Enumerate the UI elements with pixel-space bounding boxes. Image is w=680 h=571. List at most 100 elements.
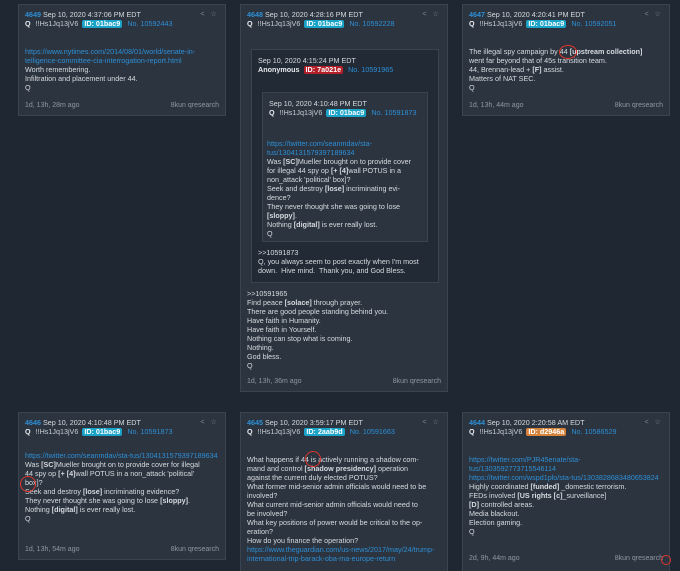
author-name: Q [469, 19, 475, 28]
post-number[interactable]: 4645 [247, 418, 263, 427]
post-header: 4649 Sep 10, 2020 4:37:06 PM EDT [25, 10, 219, 19]
body-link[interactable]: https://www.nytimes.com/2014/08/01/world… [25, 47, 195, 65]
id-badge: ID: 2aab9d [304, 427, 345, 436]
author-name: Q [269, 108, 275, 117]
share-bookmark-icons[interactable]: < ☆ [644, 417, 663, 426]
share-bookmark-icons[interactable]: < ☆ [422, 417, 441, 426]
post-age: 1d, 13h, 44m ago [469, 102, 524, 109]
post-footer: 1d, 13h, 54m ago 8kun qresearch [25, 545, 219, 554]
post-date: Sep 10, 2020 4:28:16 PM EDT [265, 10, 363, 19]
quote-author: Q !!Hs1Jq13jV6 ID: 01bac9 No. 10591873 [269, 108, 421, 117]
post-header: 4648 Sep 10, 2020 4:28:16 PM EDT [247, 10, 441, 19]
post-card-4644: 4644 Sep 10, 2020 2:20:58 AM EDT < ☆ Q !… [462, 412, 671, 571]
annotation-circle [661, 555, 671, 565]
share-bookmark-icons[interactable]: < ☆ [200, 9, 219, 18]
post-age: 1d, 13h, 36m ago [247, 378, 302, 385]
author-name: Q [469, 427, 475, 436]
body-link[interactable]: https://twitter.com/seanmdav/sta-tus/130… [25, 451, 218, 460]
board-name: 8kun qresearch [170, 102, 219, 109]
tripcode: !!Hs1Jq13jV6 [35, 427, 79, 436]
post-link[interactable]: No. 10591663 [350, 427, 395, 436]
anon-reply: >>10591873 Q, you always seem to post ex… [258, 248, 419, 275]
post-footer: 1d, 13h, 36m ago 8kun qresearch [247, 377, 441, 386]
anon-author: Anonymous ID: 7a021e No. 10591965 [258, 65, 432, 74]
post-header: 4644 Sep 10, 2020 2:20:58 AM EDT [469, 418, 663, 427]
id-badge: ID: 01bac9 [82, 19, 123, 28]
anon-name: Anonymous [258, 65, 300, 74]
post-date: Sep 10, 2020 4:10:48 PM EDT [43, 418, 141, 427]
annotation-circle [305, 451, 321, 467]
post-author: Q !!Hs1Jq13jV6 ID: 01bac9 No. 10591873 [25, 427, 219, 436]
post-header: 4646 Sep 10, 2020 4:10:48 PM EDT [25, 418, 219, 427]
post-date: Sep 10, 2020 2:20:58 AM EDT [487, 418, 585, 427]
anon-date: Sep 10, 2020 4:15:24 PM EDT [258, 56, 356, 65]
post-author: Q !!Hs1Jq13jV6 ID: 2aab9d No. 10591663 [247, 427, 441, 436]
id-badge: ID: 01bac9 [304, 19, 345, 28]
post-age: 1d, 13h, 54m ago [25, 546, 80, 553]
tripcode: !!Hs1Jq13jV6 [35, 19, 79, 28]
annotation-circle [559, 45, 577, 59]
post-card-4647: 4647 Sep 10, 2020 4:20:41 PM EDT < ☆ Q !… [462, 4, 670, 116]
quote-header: Sep 10, 2020 4:10:48 PM EDT [269, 99, 421, 108]
quote-body: https://twitter.com/seanmdav/sta-tus/130… [267, 139, 411, 238]
post-author: Q !!Hs1Jq13jV6 ID: 01bac9 No. 10592228 [247, 19, 441, 28]
id-badge: ID: d2946a [526, 427, 567, 436]
post-date: Sep 10, 2020 3:59:17 PM EDT [265, 418, 363, 427]
board-name: 8kun qresearch [614, 555, 663, 562]
post-link[interactable]: No. 10591873 [127, 427, 172, 436]
post-card-4648: 4648 Sep 10, 2020 4:28:16 PM EDT < ☆ Q !… [240, 4, 448, 392]
post-number[interactable]: 4644 [469, 418, 485, 427]
id-badge: ID: 01bac9 [526, 19, 567, 28]
post-link[interactable]: No. 10592228 [349, 19, 394, 28]
post-body: What happens if 44 is actively running a… [247, 455, 435, 563]
post-link[interactable]: No. 10592443 [127, 19, 172, 28]
quote-date: Sep 10, 2020 4:10:48 PM EDT [269, 99, 367, 108]
quoted-q-post: Sep 10, 2020 4:10:48 PM EDT Q !!Hs1Jq13j… [262, 92, 428, 242]
tripcode: !!Hs1Jq13jV6 [257, 427, 301, 436]
body-link[interactable]: https://twitter.com/seanmdav/sta-tus/130… [267, 139, 372, 157]
author-name: Q [25, 427, 31, 436]
author-name: Q [247, 427, 253, 436]
post-author: Q !!Hs1Jq13jV6 ID: 01bac9 No. 10592443 [25, 19, 219, 28]
tripcode: !!Hs1Jq13jV6 [257, 19, 301, 28]
post-header: 4647 Sep 10, 2020 4:20:41 PM EDT [469, 10, 663, 19]
post-number[interactable]: 4646 [25, 418, 41, 427]
body-text: Worth remembering. Infiltration and plac… [25, 65, 138, 92]
post-card-4646: 4646 Sep 10, 2020 4:10:48 PM EDT < ☆ Q !… [18, 412, 226, 560]
author-name: Q [25, 19, 31, 28]
reply-link[interactable]: >>10591965 [247, 289, 287, 298]
post-number[interactable]: 4647 [469, 10, 485, 19]
id-badge: ID: 7a021e [303, 65, 344, 74]
share-bookmark-icons[interactable]: < ☆ [644, 9, 663, 18]
body-link-1[interactable]: https://twitter.com/PJR45enate/sta-tus/1… [469, 455, 580, 473]
post-author: Q !!Hs1Jq13jV6 ID: 01bac9 No. 10592051 [469, 19, 663, 28]
id-badge: ID: 01bac9 [326, 108, 367, 117]
post-link[interactable]: No. 10592051 [571, 19, 616, 28]
board-name: 8kun qresearch [170, 546, 219, 553]
post-author: Q !!Hs1Jq13jV6 ID: d2946a No. 10586529 [469, 427, 663, 436]
id-badge: ID: 01bac9 [82, 427, 123, 436]
post-link[interactable]: No. 10586529 [571, 427, 616, 436]
post-card-4649: 4649 Sep 10, 2020 4:37:06 PM EDT < ☆ Q !… [18, 4, 226, 116]
post-footer: 2d, 9h, 44m ago 8kun qresearch [469, 554, 663, 563]
anon-header: Sep 10, 2020 4:15:24 PM EDT [258, 56, 432, 65]
post-link[interactable]: No. 10591965 [348, 65, 393, 74]
tripcode: !!Hs1Jq13jV6 [479, 19, 523, 28]
post-link[interactable]: No. 10591873 [371, 108, 416, 117]
share-bookmark-icons[interactable]: < ☆ [422, 9, 441, 18]
post-body: https://www.nytimes.com/2014/08/01/world… [25, 47, 219, 92]
body-link[interactable]: https://www.theguardian.com/us-news/2017… [247, 545, 434, 563]
tripcode: !!Hs1Jq13jV6 [279, 108, 323, 117]
post-footer: 1d, 13h, 28m ago 8kun qresearch [25, 101, 219, 110]
post-number[interactable]: 4649 [25, 10, 41, 19]
post-age: 1d, 13h, 28m ago [25, 102, 80, 109]
body-link-2[interactable]: https://twitter.com/wspd1plo/sta-tus/130… [469, 473, 659, 482]
post-number[interactable]: 4648 [247, 10, 263, 19]
post-body: >>10591965 Find peace [solace] through p… [247, 289, 389, 370]
author-name: Q [247, 19, 253, 28]
board-name: 8kun qresearch [614, 102, 663, 109]
post-footer: 1d, 13h, 44m ago 8kun qresearch [469, 101, 663, 110]
share-bookmark-icons[interactable]: < ☆ [200, 417, 219, 426]
post-body: https://twitter.com/PJR45enate/sta-tus/1… [469, 455, 659, 536]
quoted-anon-post: Sep 10, 2020 4:15:24 PM EDT Anonymous ID… [251, 49, 439, 283]
